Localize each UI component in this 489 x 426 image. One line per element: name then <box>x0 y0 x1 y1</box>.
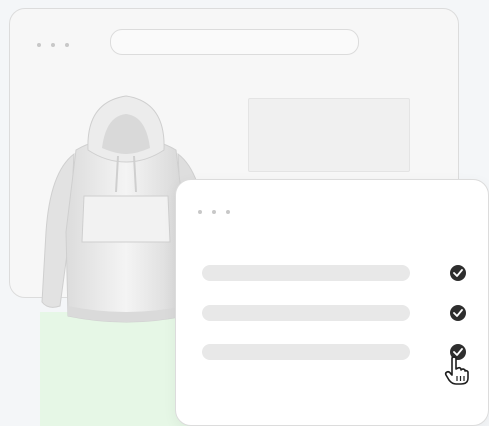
checklist-item-label <box>202 305 410 321</box>
window-controls <box>37 43 69 47</box>
window-dot <box>65 43 69 47</box>
window-dot <box>212 210 216 214</box>
browser-window-front <box>175 179 489 426</box>
checkbox-checked-icon[interactable] <box>450 265 466 281</box>
content-placeholder <box>248 98 410 172</box>
window-dot <box>51 43 55 47</box>
window-controls <box>198 210 230 214</box>
checklist-item[interactable] <box>202 303 466 323</box>
checklist-item-label <box>202 265 410 281</box>
checklist-item[interactable] <box>202 342 466 362</box>
address-bar[interactable] <box>110 29 359 55</box>
hand-pointer-icon <box>444 356 469 385</box>
window-dot <box>37 43 41 47</box>
window-dot <box>198 210 202 214</box>
checklist-item-label <box>202 344 410 360</box>
checkbox-checked-icon[interactable] <box>450 305 466 321</box>
window-dot <box>226 210 230 214</box>
checklist-item[interactable] <box>202 263 466 283</box>
